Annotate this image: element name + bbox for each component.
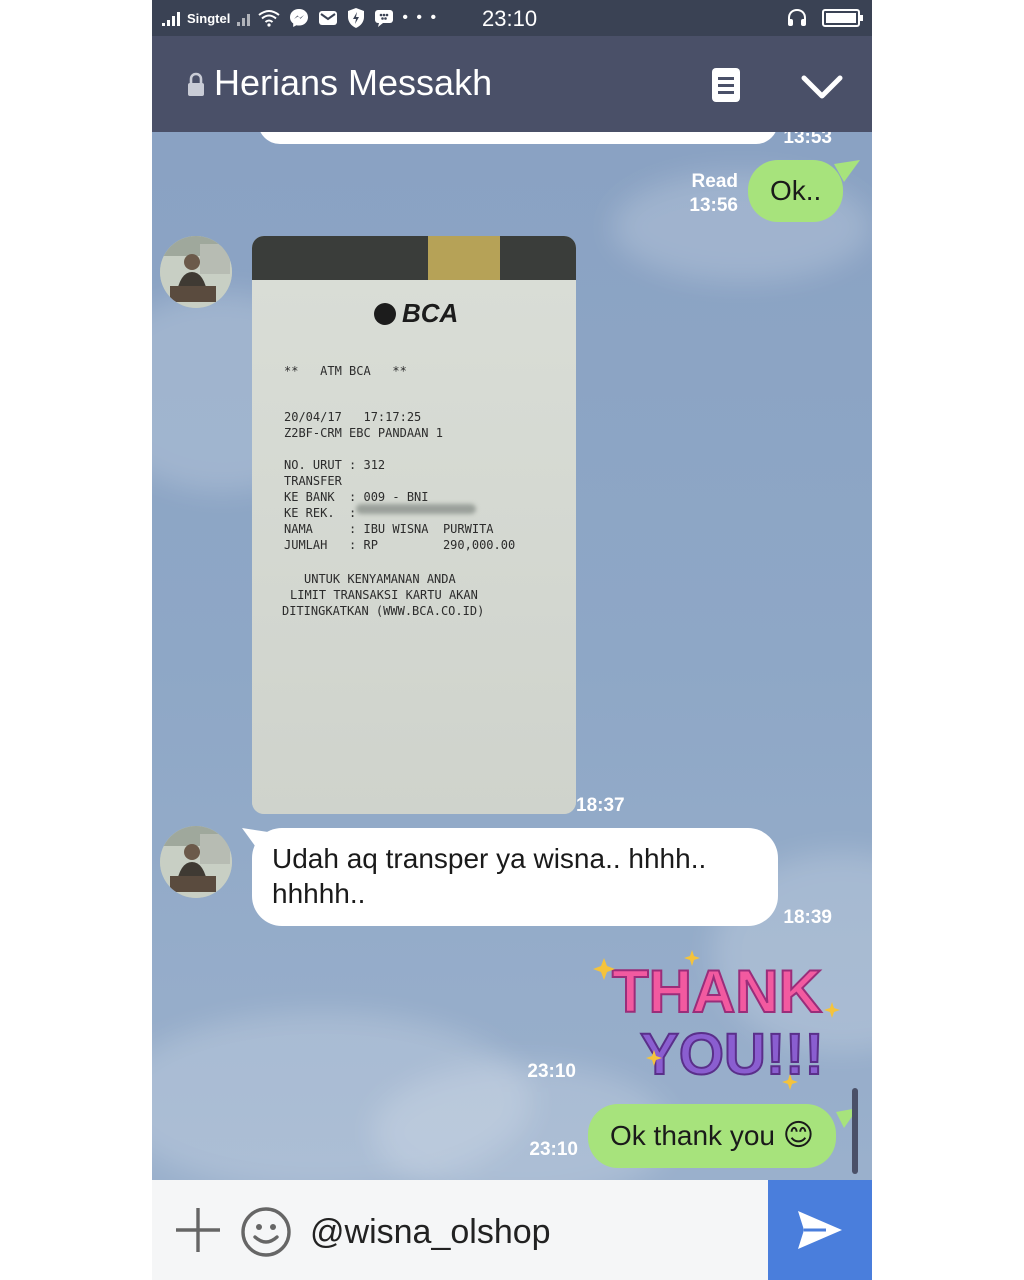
status-time: 23:10 [482,6,538,31]
notes-icon[interactable] [710,66,742,104]
message-time: 23:10 [529,1139,578,1160]
receipt-line: KE BANK : 009 - BNI [284,490,429,504]
carrier-name: Singtel [187,10,231,26]
bbm-icon [375,10,394,27]
message-text: Ok thank you [610,1120,775,1151]
avatar[interactable] [160,826,232,898]
emoji-icon[interactable] [240,1206,292,1258]
message-bubble-previous[interactable] [258,132,778,144]
receipt-line: KE REK. : [284,506,357,520]
receipt-line: 20/04/17 17:17:25 [284,410,422,424]
sticker-text-line1: THANK [612,958,822,1025]
send-icon [798,1211,842,1249]
message-time: 13:53 [783,132,832,148]
messenger-icon [290,9,309,27]
signal-icon [162,10,180,26]
lock-icon [188,72,204,96]
receipt-line: ** ATM BCA ** [284,364,407,378]
message-bubble-incoming[interactable]: Udah aq transper ya wisna.. hhhh.. hhhhh… [252,828,778,926]
receipt-line: Z2BF-CRM EBC PANDAAN 1 [284,426,443,440]
sparkle-icon [824,1002,840,1018]
wifi-icon [258,10,280,27]
message-time: 18:39 [783,907,832,928]
message-input-bar [152,1180,872,1280]
receipt-line: JUMLAH : RP 290,000.00 [284,538,516,552]
receipt-line: UNTUK KENYAMANAN ANDA [304,572,456,586]
chat-area[interactable]: 13:53 Read 13:56 Ok.. BCA ** ATM BCA ** … [152,132,872,1180]
scrollbar[interactable] [852,1088,858,1174]
chevron-down-icon[interactable] [800,66,844,104]
chat-header: Herians Messakh [152,36,872,132]
receipt-line: TRANSFER [284,474,342,488]
receipt-line: NAMA : IBU WISNA PURWITA [284,522,494,536]
thank-you-sticker[interactable]: THANK YOU!!! [592,950,842,1090]
message-time: 18:37 [576,795,625,816]
receipt-line: NO. URUT : 312 [284,458,386,472]
message-meta: Read 13:56 [652,170,738,218]
receipt-line: DITINGKATKAN (WWW.BCA.CO.ID) [282,604,485,618]
headset-icon [788,8,806,26]
status-bar: Singtel • • • 23:10 [152,0,872,36]
message-bubble-outgoing[interactable]: Ok.. [748,160,844,222]
message-time: 23:10 [527,1061,576,1082]
avatar-photo [160,236,232,308]
chat-title: Herians Messakh [214,62,493,103]
redacted-account [356,504,476,514]
send-button[interactable] [768,1180,872,1280]
mail-icon [319,11,338,25]
read-status: Read [691,171,738,192]
signal-2-icon [237,10,251,26]
message-text: Udah aq transper ya wisna.. hhhh.. hhhhh… [272,843,707,909]
message-text: Ok.. [770,175,822,206]
avatar[interactable] [160,236,232,308]
message-bubble-outgoing[interactable]: Ok thank you 😊 [588,1104,837,1168]
phone-screen: Singtel • • • 23:10 Herians Messakh 13:5… [152,0,872,1280]
message-input[interactable] [310,1210,760,1254]
battery-icon [822,9,863,27]
message-time: 13:56 [689,195,738,216]
bubble-tail [834,160,860,182]
more-icon: • • • [402,9,439,26]
smile-emoji: 😊 [782,1118,815,1153]
bca-logo: BCA [374,298,458,329]
plus-icon[interactable] [174,1206,222,1254]
avatar-photo [160,826,232,898]
shield-icon [348,8,365,28]
receipt-line: LIMIT TRANSAKSI KARTU AKAN [290,588,478,602]
sticker-text-line2: YOU!!! [640,1022,824,1087]
receipt-image[interactable]: BCA ** ATM BCA ** 20/04/17 17:17:25 Z2BF… [252,236,576,814]
